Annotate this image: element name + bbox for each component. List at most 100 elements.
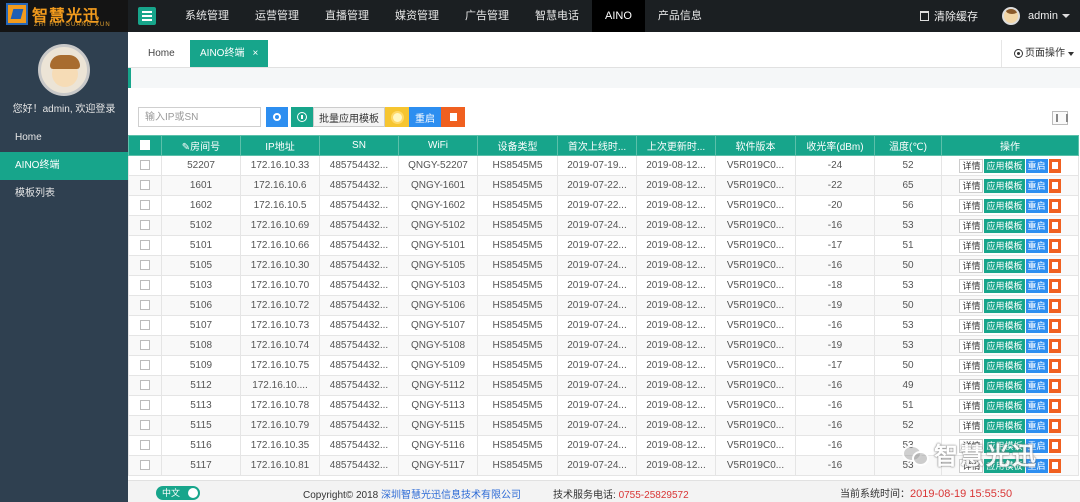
columns-toggle-icon[interactable] [1052,111,1068,125]
reboot-button[interactable]: 重启 [1025,338,1048,353]
apply-template-button[interactable]: 应用模板 [984,418,1025,433]
row-select-cell[interactable] [128,215,162,236]
apply-template-button[interactable]: 应用模板 [984,358,1025,373]
row-select-cell[interactable] [128,275,162,296]
batch-reboot-button[interactable]: 重启 [409,107,441,127]
reboot-button[interactable]: 重启 [1025,378,1048,393]
apply-template-button[interactable]: 应用模板 [984,238,1025,253]
language-toggle[interactable]: 中文 [156,486,200,500]
detail-button[interactable]: 详情 [959,358,984,373]
row-checkbox[interactable] [140,280,150,291]
reboot-button[interactable]: 重启 [1025,198,1048,213]
row-checkbox[interactable] [140,160,150,171]
delete-icon[interactable] [1048,458,1061,473]
detail-button[interactable]: 详情 [959,238,984,253]
nav-item-5[interactable]: 智慧电话 [522,0,592,32]
reboot-button[interactable]: 重启 [1025,418,1048,433]
apply-template-button[interactable]: 应用模板 [984,398,1025,413]
nav-item-0[interactable]: 系统管理 [172,0,242,32]
row-select-cell[interactable] [128,395,162,416]
apply-template-button[interactable]: 应用模板 [984,338,1025,353]
row-select-cell[interactable] [128,195,162,216]
column-header-1[interactable]: IP地址 [240,135,320,156]
row-select-cell[interactable] [128,295,162,316]
apply-template-button[interactable]: 应用模板 [984,198,1025,213]
light-button[interactable] [385,107,409,127]
row-checkbox[interactable] [140,380,150,391]
detail-button[interactable]: 详情 [959,318,984,333]
nav-item-1[interactable]: 运营管理 [242,0,312,32]
delete-icon[interactable] [1048,178,1061,193]
delete-icon[interactable] [1048,158,1061,173]
nav-item-7[interactable]: 产品信息 [645,0,715,32]
row-checkbox[interactable] [140,460,150,471]
row-select-cell[interactable] [128,415,162,436]
user-name[interactable]: admin [1028,10,1058,22]
reboot-button[interactable]: 重启 [1025,178,1048,193]
row-checkbox[interactable] [140,440,150,451]
column-header-10[interactable]: 操作 [941,135,1079,156]
clear-cache-link[interactable]: 清除缓存 [934,8,978,24]
sidebar-item-1[interactable]: AINO终端 [0,152,128,180]
row-checkbox[interactable] [140,320,150,331]
delete-icon[interactable] [1048,238,1061,253]
reboot-button[interactable]: 重启 [1025,278,1048,293]
add-button[interactable] [291,107,313,127]
apply-template-button[interactable]: 应用模板 [984,298,1025,313]
ip-sn-search-input[interactable] [138,107,261,127]
column-header-3[interactable]: WiFi [398,135,478,156]
row-checkbox[interactable] [140,340,150,351]
row-select-cell[interactable] [128,375,162,396]
sidebar-item-2[interactable]: 模板列表 [0,180,128,208]
delete-icon[interactable] [1048,338,1061,353]
apply-template-button[interactable]: 应用模板 [984,258,1025,273]
reboot-button[interactable]: 重启 [1025,238,1048,253]
delete-icon[interactable] [1048,278,1061,293]
column-header-2[interactable]: SN [319,135,399,156]
column-header-0[interactable]: ✎房间号 [161,135,241,156]
page-operations-dropdown[interactable]: 页面操作 [1001,40,1080,67]
reboot-button[interactable]: 重启 [1025,218,1048,233]
column-header-5[interactable]: 首次上线时... [557,135,637,156]
sidebar-item-0[interactable]: Home [0,124,128,152]
detail-button[interactable]: 详情 [959,278,984,293]
reboot-button[interactable]: 重启 [1025,398,1048,413]
row-select-cell[interactable] [128,455,162,476]
detail-button[interactable]: 详情 [959,158,984,173]
row-checkbox[interactable] [140,220,150,231]
apply-template-button[interactable]: 应用模板 [984,178,1025,193]
select-all-checkbox[interactable] [140,140,150,151]
row-checkbox[interactable] [140,240,150,251]
tab-aino-terminal[interactable]: AINO终端 × [190,40,269,67]
nav-item-6[interactable]: AINO [592,0,645,32]
column-header-9[interactable]: 温度(℃) [874,135,942,156]
column-header-7[interactable]: 软件版本 [715,135,796,156]
detail-button[interactable]: 详情 [959,178,984,193]
row-select-cell[interactable] [128,355,162,376]
row-checkbox[interactable] [140,300,150,311]
batch-delete-button[interactable] [441,107,465,127]
column-header-6[interactable]: 上次更新时... [636,135,716,156]
apply-template-button[interactable]: 应用模板 [984,158,1025,173]
reboot-button[interactable]: 重启 [1025,258,1048,273]
row-select-cell[interactable] [128,435,162,456]
detail-button[interactable]: 详情 [959,218,984,233]
batch-apply-template-button[interactable]: 批量应用模板 [313,107,385,127]
reboot-button[interactable]: 重启 [1025,318,1048,333]
row-checkbox[interactable] [140,180,150,191]
brand-logo[interactable]: 智慧光迅 ZHI HUI GUANG XUN [0,0,128,32]
reboot-button[interactable]: 重启 [1025,158,1048,173]
delete-icon[interactable] [1048,398,1061,413]
apply-template-button[interactable]: 应用模板 [984,378,1025,393]
detail-button[interactable]: 详情 [959,198,984,213]
delete-icon[interactable] [1048,378,1061,393]
detail-button[interactable]: 详情 [959,398,984,413]
row-select-cell[interactable] [128,155,162,176]
tab-home[interactable]: Home [138,40,185,67]
row-checkbox[interactable] [140,420,150,431]
column-header-4[interactable]: 设备类型 [477,135,558,156]
delete-icon[interactable] [1048,358,1061,373]
nav-item-2[interactable]: 直播管理 [312,0,382,32]
detail-button[interactable]: 详情 [959,418,984,433]
nav-item-4[interactable]: 广告管理 [452,0,522,32]
